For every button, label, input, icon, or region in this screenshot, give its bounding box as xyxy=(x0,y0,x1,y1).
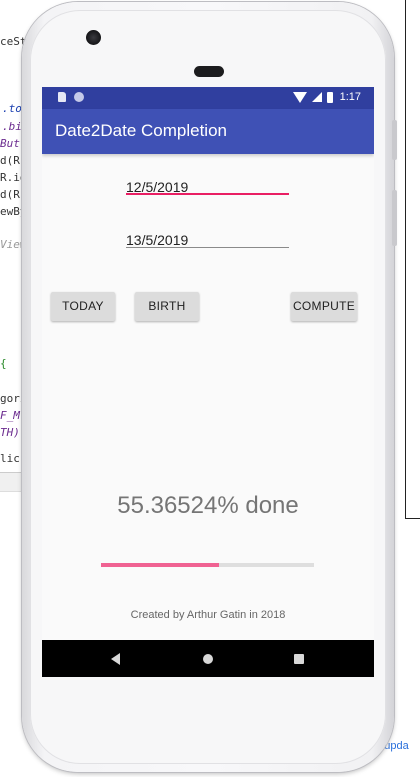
ide-code-line: .to xyxy=(2,102,22,115)
navigation-bar xyxy=(42,640,374,677)
end-date-input[interactable] xyxy=(126,228,289,252)
ide-code-line: .bi xyxy=(2,120,22,133)
end-date-underline xyxy=(126,247,289,248)
status-time: 1:17 xyxy=(339,91,361,103)
recents-icon[interactable] xyxy=(294,654,304,664)
app-title: Date2Date Completion xyxy=(55,121,227,140)
progress-text: 55.36524% done xyxy=(117,492,299,519)
ide-right-panel xyxy=(405,0,420,519)
back-icon[interactable] xyxy=(111,653,120,665)
credit-text: Created by Arthur Gatin in 2018 xyxy=(130,609,286,621)
app-bar: Date2Date Completion xyxy=(42,109,374,154)
cell-signal-icon xyxy=(311,92,322,102)
compute-button[interactable]: COMPUTE xyxy=(291,292,357,321)
ide-update-link[interactable]: upda xyxy=(384,740,408,752)
today-button[interactable]: TODAY xyxy=(51,292,115,321)
power-button[interactable] xyxy=(392,120,397,160)
device-screen: 1:17 Date2Date Completion TODAY BIRTH CO… xyxy=(42,87,374,677)
sd-card-icon xyxy=(58,92,66,102)
home-icon[interactable] xyxy=(203,654,213,664)
start-date-underline xyxy=(126,193,289,195)
ide-code-line: F_M xyxy=(0,409,20,422)
ide-code-line: { xyxy=(0,357,7,370)
start-date-input[interactable] xyxy=(126,175,289,199)
battery-icon xyxy=(326,91,333,103)
progress-bar xyxy=(101,563,314,567)
front-camera-icon xyxy=(86,30,101,45)
earpiece-speaker xyxy=(194,66,224,77)
status-bar: 1:17 xyxy=(42,87,374,109)
sync-icon xyxy=(74,92,84,102)
volume-button[interactable] xyxy=(392,190,397,246)
ide-code-line: TH) xyxy=(0,426,20,439)
wifi-icon xyxy=(292,91,307,103)
progress-bar-fill xyxy=(101,563,219,567)
phone-frame: 1:17 Date2Date Completion TODAY BIRTH CO… xyxy=(22,2,397,772)
ide-code-line: d(R xyxy=(0,188,20,201)
birth-button[interactable]: BIRTH xyxy=(135,292,199,321)
